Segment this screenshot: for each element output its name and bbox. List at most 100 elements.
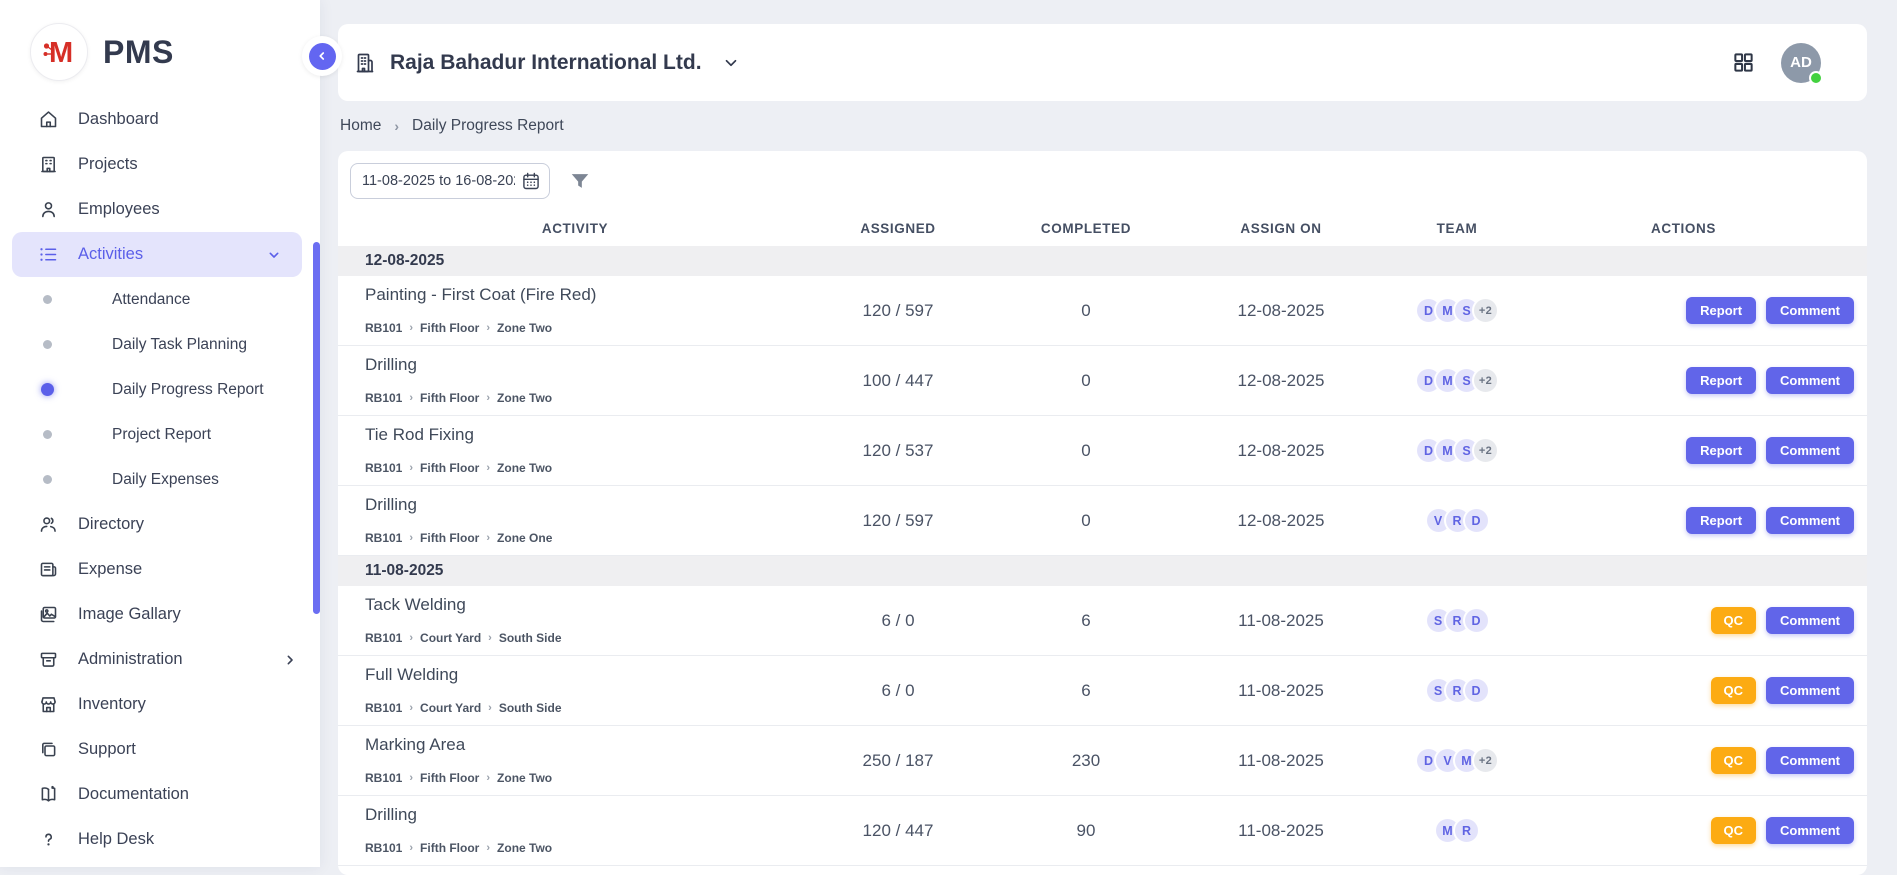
comment-button[interactable]: Comment [1766,817,1854,844]
column-activity: ACTIVITY [365,221,785,236]
sidebar-subitem-attendance[interactable]: Attendance [0,277,320,322]
table-row: Tie Rod FixingRB101›Fifth Floor›Zone Two… [338,416,1867,486]
team-more-badge[interactable]: +2 [1472,747,1499,774]
team-more-badge[interactable]: +2 [1472,297,1499,324]
sidebar-subitem-project-report[interactable]: Project Report [0,412,320,457]
team-avatar[interactable]: D [1463,607,1490,634]
sidebar-collapse-button[interactable] [302,36,342,76]
sidebar-item-label: Employees [78,200,160,219]
sidebar-item-help-desk[interactable]: Help Desk [0,817,320,862]
sidebar-nav: Dashboard Projects Employees ActivitiesAtte… [0,97,320,862]
actions-cell: QC Comment [1513,817,1854,844]
sidebar-item-image-gallary[interactable]: Image Gallary [0,592,320,637]
team-more-badge[interactable]: +2 [1472,437,1499,464]
sidebar-subitem-daily-task-planning[interactable]: Daily Task Planning [0,322,320,367]
team-avatar[interactable]: D [1463,507,1490,534]
comment-button[interactable]: Comment [1766,297,1854,324]
table-header: ACTIVITY ASSIGNED COMPLETED ASSIGN ON TE… [338,213,1867,243]
cell-assign-on: 12-08-2025 [1161,441,1401,461]
comment-button[interactable]: Comment [1766,437,1854,464]
activity-cell: Painting - First Coat (Fire Red) RB101›Fi… [365,276,785,345]
sidebar-item-label: Help Desk [78,830,154,849]
cell-assign-on: 12-08-2025 [1161,301,1401,321]
report-button[interactable]: Report [1686,507,1756,534]
sidebar-item-administration[interactable]: Administration [0,637,320,682]
user-avatar[interactable]: AD [1781,43,1821,83]
path-segment: Fifth Floor [420,391,479,405]
home-icon [38,109,59,130]
sidebar-subitem-daily-expenses[interactable]: Daily Expenses [0,457,320,502]
chevron-sep-icon: › [486,772,490,784]
qc-button[interactable]: QC [1711,817,1757,844]
activity-path: RB101›Fifth Floor›Zone Two [365,771,785,785]
sidebar-item-expense[interactable]: Expense [0,547,320,592]
chevron-left-icon [309,43,336,70]
sidebar-scrollbar[interactable] [313,242,320,614]
team-more-badge[interactable]: +2 [1472,367,1499,394]
table-row: DrillingRB101›Fifth Floor›Zone Two100 / … [338,346,1867,416]
qc-button[interactable]: QC [1711,747,1757,774]
activity-cell: Marking AreaRB101›Fifth Floor›Zone Two [365,726,785,795]
company-selector[interactable]: Raja Bahadur International Ltd. [353,51,740,75]
filter-icon[interactable] [569,170,591,192]
activity-title: Painting - First Coat (Fire Red) [365,285,785,305]
app-logo[interactable]: M PMS [0,0,320,95]
actions-cell: QC Comment [1513,677,1854,704]
comment-button[interactable]: Comment [1766,507,1854,534]
sidebar-item-label: Projects [78,155,138,174]
activity-path: RB101›Fifth Floor›Zone Two [365,321,785,335]
cell-assigned: 120 / 447 [785,821,1011,841]
sidebar-item-projects[interactable]: Projects [0,142,320,187]
path-segment: RB101 [365,531,402,545]
chevron-sep-icon: › [486,392,490,404]
activity-title: Drilling [365,355,785,375]
sidebar-item-activities[interactable]: Activities [12,232,302,277]
filter-row [338,151,1867,199]
logo-m-icon: M [30,23,88,81]
team-cell: DMS+2 [1401,367,1513,394]
cell-assign-on: 11-08-2025 [1161,751,1401,771]
sidebar-subitem-daily-progress-report[interactable]: Daily Progress Report [0,367,320,412]
comment-button[interactable]: Comment [1766,677,1854,704]
path-segment: Fifth Floor [420,461,479,475]
path-segment: RB101 [365,841,402,855]
activity-path: RB101›Fifth Floor›Zone Two [365,391,785,405]
team-avatar[interactable]: R [1453,817,1480,844]
path-segment: Zone Two [497,841,552,855]
qc-button[interactable]: QC [1711,677,1757,704]
team-cell: MR [1401,817,1513,844]
sidebar-item-documentation[interactable]: Documentation [0,772,320,817]
report-button[interactable]: Report [1686,297,1756,324]
column-assign-on: ASSIGN ON [1161,221,1401,236]
team-cell: SRD [1401,607,1513,634]
main-content: Raja Bahadur International Ltd. AD Home [320,0,1897,867]
comment-button[interactable]: Comment [1766,747,1854,774]
activity-cell: Full WeldingRB101›Court Yard›South Side [365,656,785,725]
report-button[interactable]: Report [1686,437,1756,464]
sidebar-item-support[interactable]: Support [0,727,320,772]
breadcrumb-home[interactable]: Home [340,117,381,135]
comment-button[interactable]: Comment [1766,607,1854,634]
chevron-sep-icon: › [409,322,413,334]
comment-button[interactable]: Comment [1766,367,1854,394]
activity-path: RB101›Court Yard›South Side [365,701,785,715]
cell-assigned: 6 / 0 [785,681,1011,701]
table-group-row: 12-08-2025 [338,246,1867,276]
sidebar-item-inventory[interactable]: Inventory [0,682,320,727]
chevron-sep-icon: › [409,392,413,404]
sidebar-item-employees[interactable]: Employees [0,187,320,232]
apps-grid-icon[interactable] [1732,51,1755,74]
qc-button[interactable]: QC [1711,607,1757,634]
report-button[interactable]: Report [1686,367,1756,394]
sidebar-item-directory[interactable]: Directory [0,502,320,547]
cell-assigned: 100 / 447 [785,371,1011,391]
cell-assign-on: 12-08-2025 [1161,371,1401,391]
sidebar-item-label: Image Gallary [78,605,181,624]
team-avatar[interactable]: D [1463,677,1490,704]
sidebar-item-dashboard[interactable]: Dashboard [0,97,320,142]
help-icon [38,829,59,850]
actions-cell: Report Comment [1513,297,1854,324]
image-icon [38,604,59,625]
table-row: DrillingRB101›Fifth Floor›Zone Two120 / … [338,796,1867,866]
date-range-input[interactable] [350,163,550,199]
